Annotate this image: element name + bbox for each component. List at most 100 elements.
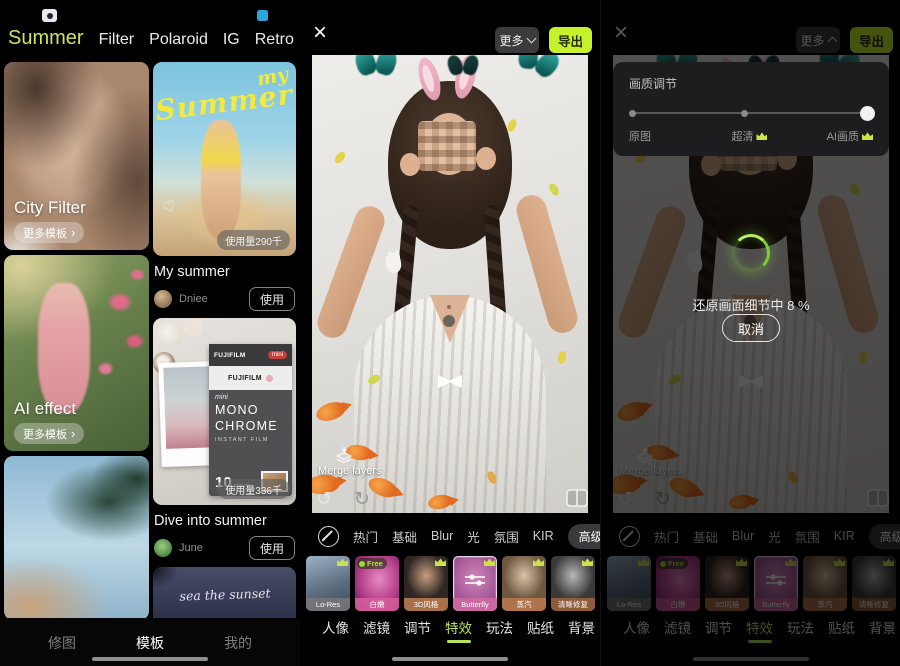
progress-text: 还原画面细节中 8 % bbox=[601, 295, 900, 314]
petal-sticker bbox=[506, 118, 519, 133]
undo-icon[interactable]: ↺ bbox=[316, 488, 332, 511]
cancel-button[interactable]: 取消 bbox=[722, 314, 780, 342]
heart-sticker: ♡ bbox=[161, 196, 179, 217]
petal-sticker bbox=[547, 182, 560, 197]
category-hot[interactable]: 热门 bbox=[353, 527, 378, 546]
use-template-button[interactable]: 使用 bbox=[249, 536, 295, 560]
tab-polaroid[interactable]: Polaroid bbox=[149, 31, 208, 49]
tab-play[interactable]: 玩法 bbox=[486, 617, 513, 637]
tab-background[interactable]: 背景 bbox=[568, 617, 595, 637]
editor-bottom-tabs: 人像 滤镜 调节 特效 玩法 贴纸 背景 bbox=[322, 617, 595, 637]
template-card-dive-into-summer[interactable]: FUJIFILM mini FUJIFILM mini MONO CHROME … bbox=[153, 318, 296, 560]
tab-filter[interactable]: Filter bbox=[99, 31, 135, 49]
film-brand-label: FUJIFILM bbox=[214, 352, 246, 359]
filter-thumb-6[interactable]: 清晰修复 bbox=[551, 556, 595, 611]
more-templates-button[interactable]: 更多模板 › bbox=[14, 423, 84, 444]
usage-count-badge: 使用量336千 bbox=[217, 479, 290, 499]
film-name-line2: CHROME bbox=[215, 419, 286, 433]
goldfish-sticker bbox=[314, 399, 348, 424]
category-blur[interactable]: Blur bbox=[431, 529, 453, 543]
template-card-ai-effect[interactable]: AI effect 更多模板 › bbox=[4, 255, 149, 451]
tab-summer[interactable]: Summer bbox=[8, 27, 84, 50]
redo-icon[interactable]: ↻ bbox=[354, 488, 370, 511]
category-light[interactable]: 光 bbox=[467, 527, 480, 546]
tab-adjust[interactable]: 调节 bbox=[404, 617, 431, 637]
crown-icon bbox=[484, 558, 495, 566]
butterfly-sticker bbox=[514, 55, 561, 80]
template-card-my-summer[interactable]: my Summer ♡ 使用量290千 My summer Dniee 使用 bbox=[153, 62, 296, 311]
merge-layers-button[interactable]: Merge layers bbox=[318, 446, 382, 477]
tab-ig[interactable]: IG bbox=[223, 31, 240, 49]
usage-count-badge: 使用量290千 bbox=[217, 230, 290, 250]
filter-thumb-butterfly-selected[interactable]: Butterfly bbox=[453, 556, 497, 611]
filter-thumb-lo-res[interactable]: Lo-Res bbox=[306, 556, 350, 611]
use-template-button[interactable]: 使用 bbox=[249, 287, 295, 311]
slider-stop-hd[interactable] bbox=[741, 110, 748, 117]
filter-thumb-2[interactable]: Free 白嫩 bbox=[355, 556, 399, 611]
quality-slider[interactable] bbox=[629, 106, 873, 122]
adjust-sliders-icon bbox=[463, 572, 487, 593]
more-templates-label: 更多模板 bbox=[23, 225, 67, 241]
no-effect-icon[interactable] bbox=[318, 526, 339, 547]
crown-icon bbox=[435, 558, 446, 566]
crown-icon bbox=[582, 558, 593, 566]
slider-thumb-ai-quality[interactable] bbox=[860, 106, 875, 121]
film-mini-badge: mini bbox=[268, 351, 287, 359]
film-subtitle: INSTANT FILM bbox=[215, 437, 286, 443]
crown-icon bbox=[862, 132, 873, 140]
merge-layers-label: Merge layers bbox=[318, 465, 382, 477]
home-indicator[interactable] bbox=[92, 657, 208, 661]
card-title: City Filter bbox=[14, 198, 86, 218]
template-card-city-filter[interactable]: City Filter 更多模板 › bbox=[4, 62, 149, 250]
tab-portrait[interactable]: 人像 bbox=[322, 617, 349, 637]
template-card-sunset[interactable]: sea the sunset bbox=[153, 567, 296, 625]
author-name: June bbox=[179, 542, 249, 554]
export-button[interactable]: 导出 bbox=[549, 27, 592, 53]
template-preview-image[interactable]: FUJIFILM mini FUJIFILM mini MONO CHROME … bbox=[153, 318, 296, 505]
more-button[interactable]: 更多 bbox=[495, 27, 539, 53]
option-original[interactable]: 原图 bbox=[629, 128, 651, 144]
tab-retro[interactable]: Retro bbox=[255, 31, 294, 49]
photo-canvas[interactable]: Merge layers bbox=[312, 55, 588, 513]
chevron-down-icon bbox=[526, 34, 536, 44]
filter-thumb-5[interactable]: 蒸汽 bbox=[502, 556, 546, 611]
status-blue-icon bbox=[257, 10, 268, 21]
camera-status-icon bbox=[42, 9, 57, 22]
category-kir[interactable]: KIR bbox=[533, 529, 554, 543]
template-title: Dive into summer bbox=[154, 513, 295, 529]
gallery-column-right: my Summer ♡ 使用量290千 My summer Dniee 使用 bbox=[153, 62, 296, 630]
template-card-palms[interactable] bbox=[4, 456, 149, 620]
necklace-pendant bbox=[443, 315, 455, 327]
overlay-script-text: sea the sunset bbox=[179, 585, 271, 603]
flower-decoration bbox=[266, 375, 273, 382]
template-preview-image[interactable]: my Summer ♡ 使用量290千 bbox=[153, 62, 296, 256]
subject-arm bbox=[513, 192, 581, 337]
author-avatar bbox=[154, 290, 172, 308]
more-templates-button[interactable]: 更多模板 › bbox=[14, 222, 84, 243]
slider-stop-original[interactable] bbox=[629, 110, 636, 117]
crown-icon bbox=[337, 558, 348, 566]
progress-spinner bbox=[732, 234, 770, 272]
category-basic[interactable]: 基础 bbox=[392, 527, 417, 546]
shell-decoration bbox=[183, 318, 203, 336]
option-ai-quality[interactable]: AI画质 bbox=[827, 128, 873, 144]
bottom-tab-edit[interactable]: 修图 bbox=[48, 633, 76, 653]
tab-effects[interactable]: 特效 bbox=[445, 617, 472, 637]
bottom-tab-templates[interactable]: 模板 bbox=[136, 633, 164, 653]
tab-stickers[interactable]: 贴纸 bbox=[527, 617, 554, 637]
compare-before-after-icon[interactable] bbox=[566, 489, 588, 512]
shell-decoration bbox=[157, 322, 183, 346]
editor-screen: × 更多 导出 bbox=[300, 0, 600, 666]
more-label: 更多 bbox=[499, 32, 523, 49]
bottom-tab-mine[interactable]: 我的 bbox=[224, 633, 252, 653]
category-atmosphere[interactable]: 氛围 bbox=[494, 527, 519, 546]
tab-filters[interactable]: 滤镜 bbox=[363, 617, 390, 637]
close-icon[interactable]: × bbox=[313, 21, 327, 45]
filter-thumb-3[interactable]: 3D风格 bbox=[404, 556, 448, 611]
home-indicator[interactable] bbox=[392, 657, 508, 661]
category-advanced-edit[interactable]: 高级编辑 bbox=[568, 524, 600, 549]
card-title: AI effect bbox=[14, 399, 76, 419]
filter-label: Butterfly bbox=[453, 598, 497, 611]
beach-figure bbox=[201, 120, 241, 238]
option-hd[interactable]: 超清 bbox=[731, 128, 767, 144]
